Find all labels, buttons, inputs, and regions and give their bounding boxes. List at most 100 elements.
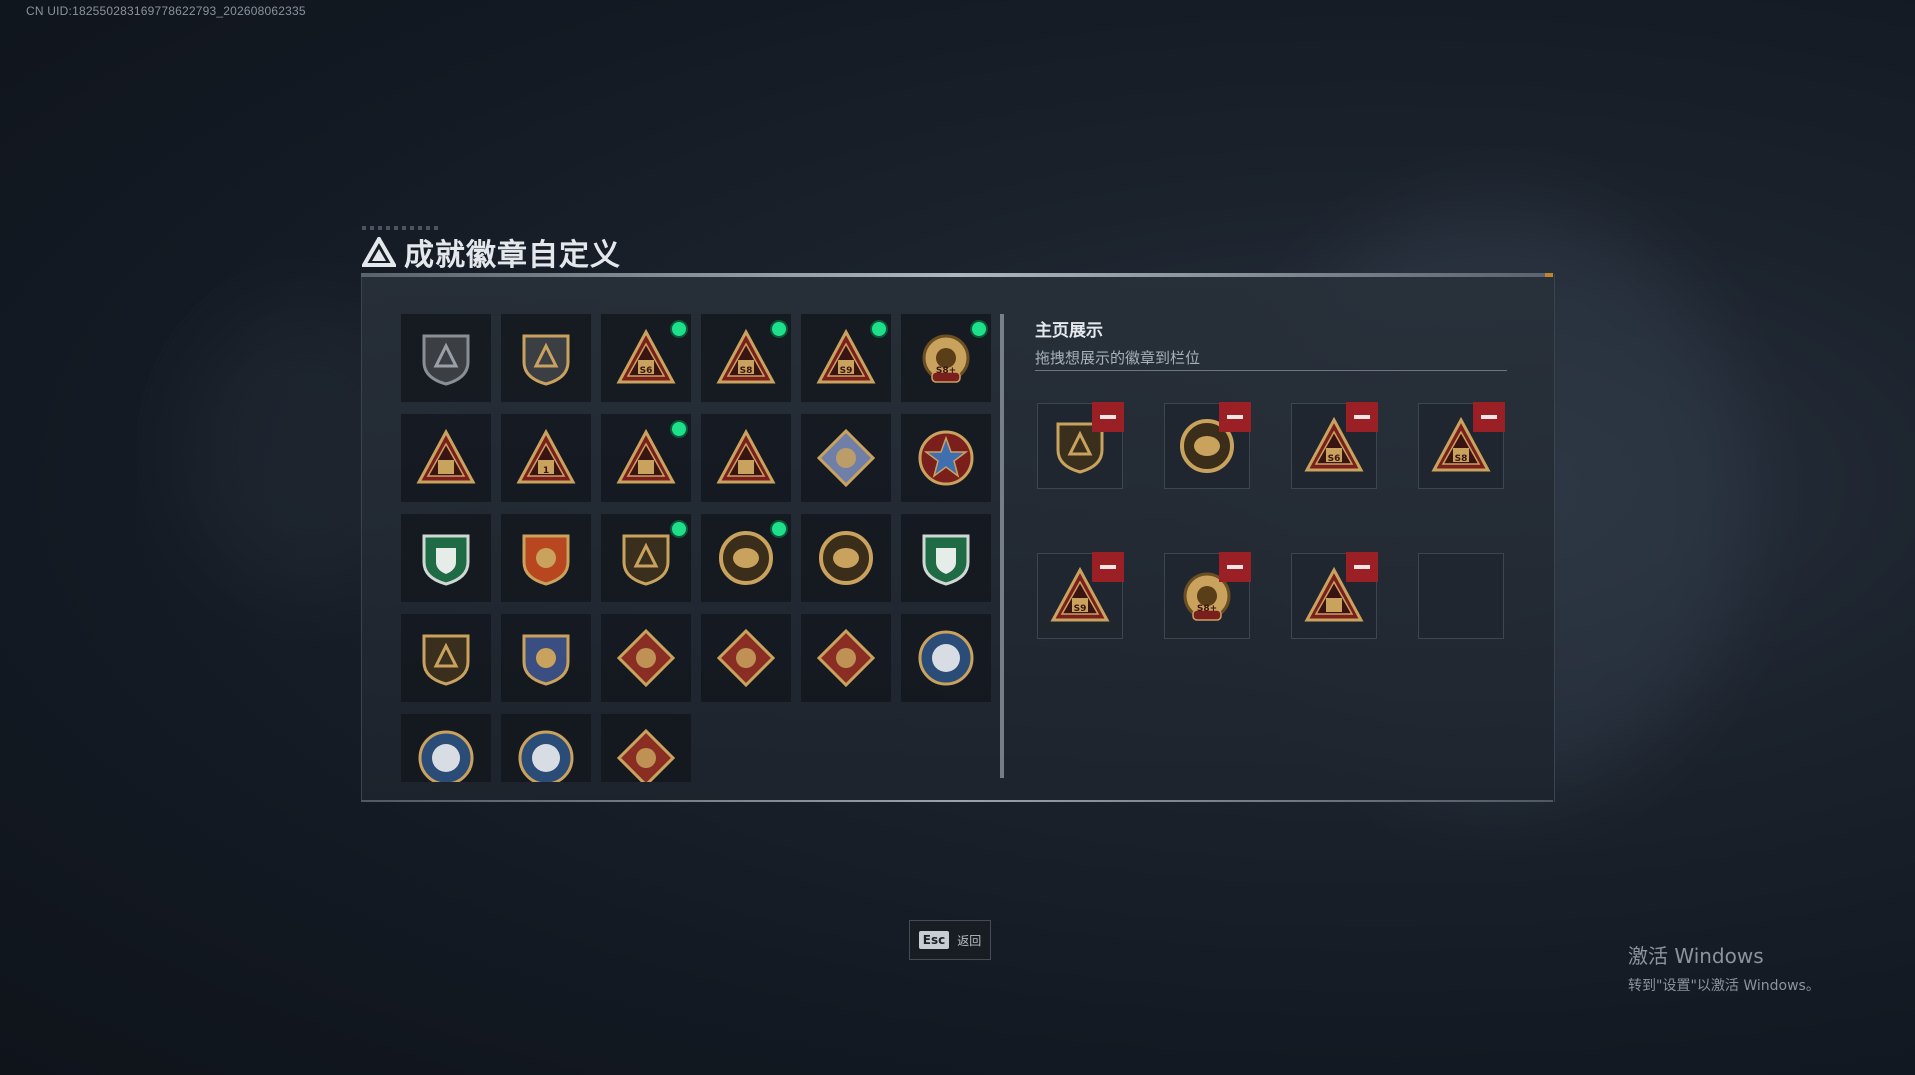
badge-cell[interactable]	[901, 514, 991, 602]
new-badge-indicator	[772, 522, 786, 536]
back-label: 返回	[957, 933, 982, 948]
badge-cell[interactable]	[601, 614, 691, 702]
badge-tier-text: S8+	[936, 366, 956, 376]
badge-cell[interactable]	[501, 514, 591, 602]
new-badge-indicator	[772, 322, 786, 336]
remove-badge-button[interactable]	[1092, 402, 1124, 432]
dragon-diamond-badge-icon	[716, 628, 776, 688]
badge-cell[interactable]	[901, 414, 991, 502]
badge-cell[interactable]	[401, 714, 491, 782]
watermark-line-1: 激活 Windows	[1628, 944, 1764, 968]
badge-grid: S6 S8 S9 S8+ 1	[401, 314, 997, 782]
badge-cell[interactable]	[701, 514, 791, 602]
helicopter-shield-badge-icon	[522, 334, 570, 386]
remove-badge-button[interactable]	[1219, 402, 1251, 432]
badge-cell[interactable]: S6	[601, 314, 691, 402]
runner-diamond-badge-icon	[816, 628, 876, 688]
eye-ring-badge-icon	[819, 531, 873, 585]
wolf-blue-circle-2-badge-icon	[418, 730, 474, 782]
new-badge-indicator	[672, 422, 686, 436]
remove-badge-button[interactable]	[1219, 552, 1251, 582]
wolf-diamond-badge-icon	[616, 628, 676, 688]
new-badge-indicator	[972, 322, 986, 336]
green-rifle-badge-icon	[922, 534, 970, 586]
badge-cell[interactable]	[801, 614, 891, 702]
green-shield-badge-icon	[422, 534, 470, 586]
badge-tier-text: S9	[1074, 604, 1087, 614]
crossed-swords-badge-icon	[522, 634, 570, 686]
s8-gear-badge-icon: S8+	[922, 334, 970, 383]
badge-cell[interactable]	[601, 514, 691, 602]
badge-cell[interactable]	[801, 414, 891, 502]
crate-triangle-badge-icon	[616, 428, 676, 484]
badge-cell[interactable]: S9	[801, 314, 891, 402]
watermark-line-2: 转到"设置"以激活 Windows。	[1628, 978, 1820, 994]
page-title: 成就徽章自定义	[404, 238, 621, 273]
star-medal-badge-icon	[918, 430, 974, 486]
s6-triangle-badge-icon: S6	[616, 328, 676, 384]
wheel-diamond-badge-icon	[616, 728, 676, 782]
remove-badge-button[interactable]	[1346, 402, 1378, 432]
orange-crest-badge-icon	[522, 534, 570, 586]
badge-cell[interactable]	[701, 614, 791, 702]
s9-figure-triangle-badge-icon: S9	[816, 328, 876, 384]
showcase-slot[interactable]: S8+	[1164, 552, 1251, 639]
badge-cell[interactable]: S8	[701, 314, 791, 402]
badge-cell[interactable]	[401, 514, 491, 602]
badge-tier-text: S8	[1455, 454, 1468, 464]
showcase-slot[interactable]: S6	[1291, 402, 1378, 489]
new-badge-indicator	[672, 522, 686, 536]
badge-cell[interactable]	[601, 714, 691, 782]
badge-cell[interactable]	[601, 414, 691, 502]
showcase-slot[interactable]	[1037, 402, 1124, 489]
badge-cell[interactable]	[801, 514, 891, 602]
badge-cell[interactable]	[501, 614, 591, 702]
esc-key-hint: Esc	[918, 931, 950, 949]
badge-tier-text: S9	[840, 366, 853, 376]
badge-tier-text: S8+	[1197, 604, 1217, 614]
title-bar: 成就徽章自定义	[362, 232, 621, 273]
panel-bottom-border	[361, 800, 1553, 802]
new-badge-indicator	[872, 322, 886, 336]
rifle-shield-badge-icon	[422, 634, 470, 686]
badge-tier-text: S6	[1328, 454, 1341, 464]
badge-tier-text: S6	[640, 366, 653, 376]
showcase-header: 主页展示 拖拽想展示的徽章到栏位	[1035, 316, 1507, 368]
back-button[interactable]: Esc 返回	[909, 920, 991, 960]
showcase-slot[interactable]	[1291, 552, 1378, 639]
new-badge-indicator	[672, 322, 686, 336]
remove-badge-button[interactable]	[1346, 552, 1378, 582]
soldiers-triangle-badge-icon	[716, 428, 776, 484]
showcase-divider	[1035, 370, 1507, 371]
delta-logo-icon	[362, 237, 396, 267]
gem-shield-badge-icon	[622, 534, 670, 586]
showcase-slots: S6 S8 S9 S8+	[1037, 402, 1505, 639]
badge-cell[interactable]	[501, 314, 591, 402]
uid-label: CN UID:182550283169778622793_20260806233…	[26, 4, 306, 18]
remove-badge-button[interactable]	[1473, 402, 1505, 432]
badge-cell[interactable]	[401, 614, 491, 702]
remove-badge-button[interactable]	[1092, 552, 1124, 582]
badge-cell[interactable]	[901, 614, 991, 702]
windows-activation-watermark: 激活 Windows 转到"设置"以激活 Windows。	[1628, 940, 1820, 995]
showcase-subtitle: 拖拽想展示的徽章到栏位	[1035, 349, 1201, 367]
showcase-slot[interactable]: S8	[1418, 402, 1505, 489]
badge-cell[interactable]	[401, 414, 491, 502]
pearl-ring-badge-icon	[719, 531, 773, 585]
showcase-slot-empty[interactable]	[1418, 553, 1504, 639]
badge-cell[interactable]	[501, 714, 591, 782]
showcase-title: 主页展示	[1035, 321, 1103, 341]
badge-tier-text: S8	[740, 366, 753, 376]
crystal-diamond-badge-icon	[816, 428, 876, 488]
delta-shield-badge-icon	[422, 334, 470, 386]
badge-cell[interactable]: S8+	[901, 314, 991, 402]
s8-triangle-badge-icon: S8	[716, 328, 776, 384]
badge-cell[interactable]	[401, 314, 491, 402]
showcase-slot[interactable]: S9	[1037, 552, 1124, 639]
panel-top-border	[361, 273, 1553, 277]
badge-tier-text: 1	[543, 466, 549, 476]
showcase-slot[interactable]	[1164, 402, 1251, 489]
badge-cell[interactable]: 1	[501, 414, 591, 502]
badge-cell[interactable]	[701, 414, 791, 502]
badge-grid-scrollbar[interactable]	[1000, 314, 1004, 778]
